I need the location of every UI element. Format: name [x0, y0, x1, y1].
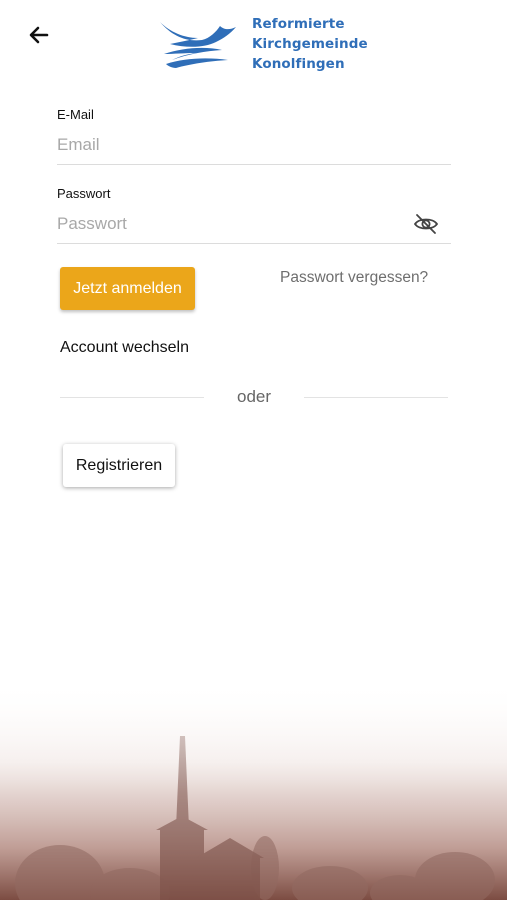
- password-input[interactable]: [57, 209, 407, 239]
- divider-right: [304, 397, 448, 398]
- back-button[interactable]: [24, 20, 54, 50]
- app-header: Reformierte Kirchgemeinde Konolfingen: [0, 0, 507, 80]
- logo-line-2: Kirchgemeinde: [252, 36, 368, 52]
- logo-wordmark: Reformierte Kirchgemeinde Konolfingen: [252, 14, 368, 74]
- church-logo: Reformierte Kirchgemeinde Konolfingen: [158, 14, 368, 74]
- divider-text: oder: [236, 387, 272, 406]
- logo-line-1: Reformierte: [252, 16, 345, 32]
- password-label: Passwort: [57, 186, 111, 201]
- password-visibility-toggle[interactable]: [413, 211, 439, 237]
- email-label: E-Mail: [57, 107, 94, 122]
- arrow-left-icon: [29, 26, 49, 44]
- logo-line-3: Konolfingen: [252, 56, 345, 72]
- background-photo: [0, 688, 507, 900]
- login-button[interactable]: Jetzt anmelden: [60, 267, 195, 310]
- eye-off-icon: [413, 214, 439, 234]
- email-input[interactable]: [57, 130, 451, 160]
- divider-left: [60, 397, 204, 398]
- dove-icon: [160, 22, 236, 68]
- email-underline: [57, 164, 451, 165]
- forgot-password-link[interactable]: Passwort vergessen?: [280, 269, 428, 287]
- switch-account-link[interactable]: Account wechseln: [60, 339, 189, 357]
- register-button[interactable]: Registrieren: [63, 444, 175, 487]
- password-underline: [57, 243, 451, 244]
